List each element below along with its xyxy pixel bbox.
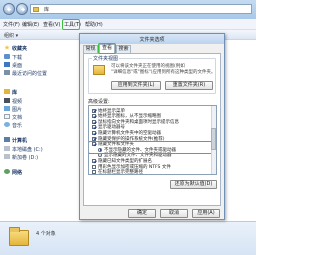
nav-favorites-label: 收藏夹: [12, 46, 28, 52]
download-icon: [4, 54, 10, 59]
explorer-titlebar: 库: [0, 0, 256, 19]
checkbox[interactable]: [92, 136, 96, 141]
folder-views-legend: 文件夹视图: [92, 55, 120, 62]
nav-recent[interactable]: 最近访问的位置: [0, 69, 54, 77]
restore-defaults-button[interactable]: 还原为默认值(D): [170, 180, 217, 189]
nav-videos[interactable]: 视频: [0, 97, 54, 105]
picture-icon: [4, 106, 10, 111]
cancel-button[interactable]: 取消: [160, 209, 188, 218]
advanced-list-scrollbar[interactable]: [211, 106, 216, 174]
nav-videos-label: 视频: [12, 99, 23, 105]
apply-to-folders-button[interactable]: 应用到文件夹(L): [111, 81, 161, 90]
nav-downloads[interactable]: 下载: [0, 53, 54, 61]
drive-icon: [4, 154, 10, 159]
nav-music-label: 音乐: [12, 123, 23, 129]
reset-folders-button[interactable]: 重置文件夹(R): [165, 81, 213, 90]
nav-network-label: 网络: [12, 170, 23, 176]
dialog-title: 文件夹选项: [139, 37, 165, 43]
checkbox[interactable]: [92, 119, 96, 124]
nav-documents[interactable]: 文档: [0, 113, 54, 121]
nav-computer[interactable]: 计算机: [0, 136, 54, 144]
checkbox[interactable]: [92, 130, 96, 135]
tab-general[interactable]: 常规: [83, 45, 98, 53]
nav-recent-label: 最近访问的位置: [12, 71, 48, 77]
drive-icon: [4, 146, 10, 151]
nav-music[interactable]: 音乐: [0, 121, 54, 129]
nav-drive-d[interactable]: 新加卷 (D:): [0, 153, 54, 161]
address-bar[interactable]: 库: [30, 4, 252, 14]
scrollbar-thumb[interactable]: [211, 128, 216, 150]
network-icon: [4, 169, 10, 174]
nav-drive-c[interactable]: 本地磁盘 (C:): [0, 145, 54, 153]
item-count: 4 个对象: [36, 231, 56, 237]
nav-favorites[interactable]: 收藏夹: [0, 44, 54, 52]
advanced-option-label: 在标题栏显示完整路径: [98, 170, 143, 175]
nav-desktop-label: 桌面: [12, 63, 23, 69]
details-pane: 4 个对象: [0, 221, 256, 255]
advanced-settings-label: 高级设置:: [88, 99, 110, 105]
nav-downloads-label: 下载: [12, 55, 23, 61]
apply-button[interactable]: 应用(A): [192, 209, 220, 218]
music-icon: [4, 122, 10, 127]
nav-documents-label: 文档: [12, 115, 23, 121]
radio-button[interactable]: [98, 153, 102, 158]
advanced-settings-list: 始终显示菜单 始终显示图标，从不显示缩略图 鼠标指向文件夹和桌面项时显示提示信息 显示…: [88, 105, 217, 175]
video-icon: [4, 98, 10, 103]
checkbox[interactable]: [92, 170, 96, 174]
checkbox[interactable]: [92, 114, 96, 119]
folder-views-description-2: "详细信息"或"图标")应用到所有这种类型的文件夹。: [111, 70, 216, 75]
checkbox[interactable]: [92, 125, 96, 130]
star-icon: [4, 45, 10, 50]
folder-options-dialog: 文件夹选项 常规 查看 搜索 文件夹视图 可以将该文件夹正在使用的视图(例如 "…: [79, 33, 225, 220]
view-tab-highlight-box: [98, 43, 116, 54]
back-button[interactable]: [3, 3, 15, 15]
advanced-option-checkbox[interactable]: 在标题栏显示完整路径: [92, 170, 210, 175]
library-folder-icon: [33, 7, 39, 12]
tab-search[interactable]: 搜索: [116, 45, 131, 53]
folder-view-icon: [93, 65, 105, 75]
address-crumb[interactable]: 库: [44, 6, 49, 13]
recent-places-icon: [4, 70, 10, 75]
hidden-files-highlight-box: [89, 140, 216, 154]
checkbox[interactable]: [92, 108, 96, 113]
tools-highlight-box: [62, 19, 80, 30]
computer-icon: [4, 137, 10, 142]
forward-arrow-icon: [20, 7, 26, 12]
nav-drive-c-label: 本地磁盘 (C:): [12, 147, 43, 153]
menu-edit[interactable]: 编辑(E): [22, 21, 39, 28]
forward-button[interactable]: [16, 3, 28, 15]
menu-help[interactable]: 帮助(H): [85, 21, 103, 28]
menu-file[interactable]: 文件(F): [3, 21, 20, 28]
navigation-pane: 收藏夹 下载 桌面 最近访问的位置 库 视频 图片 文档 音乐 计算机 本地磁盘…: [0, 40, 54, 221]
organize-button[interactable]: 组织 ▾: [4, 32, 18, 39]
desktop-icon: [4, 62, 10, 67]
nav-libraries[interactable]: 库: [0, 88, 54, 96]
library-icon: [4, 89, 10, 94]
checkbox[interactable]: [92, 164, 96, 169]
view-tab-panel: 文件夹视图 可以将该文件夹正在使用的视图(例如 "详细信息"或"图标")应用到所…: [83, 53, 221, 206]
document-icon: [4, 114, 10, 119]
library-folder-icon: [9, 227, 29, 246]
nav-pictures-label: 图片: [12, 107, 23, 113]
menu-bar: 文件(F) 编辑(E) 查看(V) 工具(T) 帮助(H): [0, 19, 256, 30]
nav-computer-label: 计算机: [12, 138, 28, 144]
checkbox[interactable]: [92, 158, 96, 163]
nav-network[interactable]: 网络: [0, 168, 54, 176]
nav-desktop[interactable]: 桌面: [0, 61, 54, 69]
nav-pictures[interactable]: 图片: [0, 105, 54, 113]
nav-drive-d-label: 新加卷 (D:): [12, 155, 39, 161]
back-arrow-icon: [6, 7, 12, 12]
nav-libraries-label: 库: [12, 90, 18, 96]
ok-button[interactable]: 确定: [128, 209, 156, 218]
folder-views-group: 文件夹视图 可以将该文件夹正在使用的视图(例如 "详细信息"或"图标")应用到所…: [88, 55, 216, 94]
menu-view[interactable]: 查看(V): [43, 21, 60, 28]
